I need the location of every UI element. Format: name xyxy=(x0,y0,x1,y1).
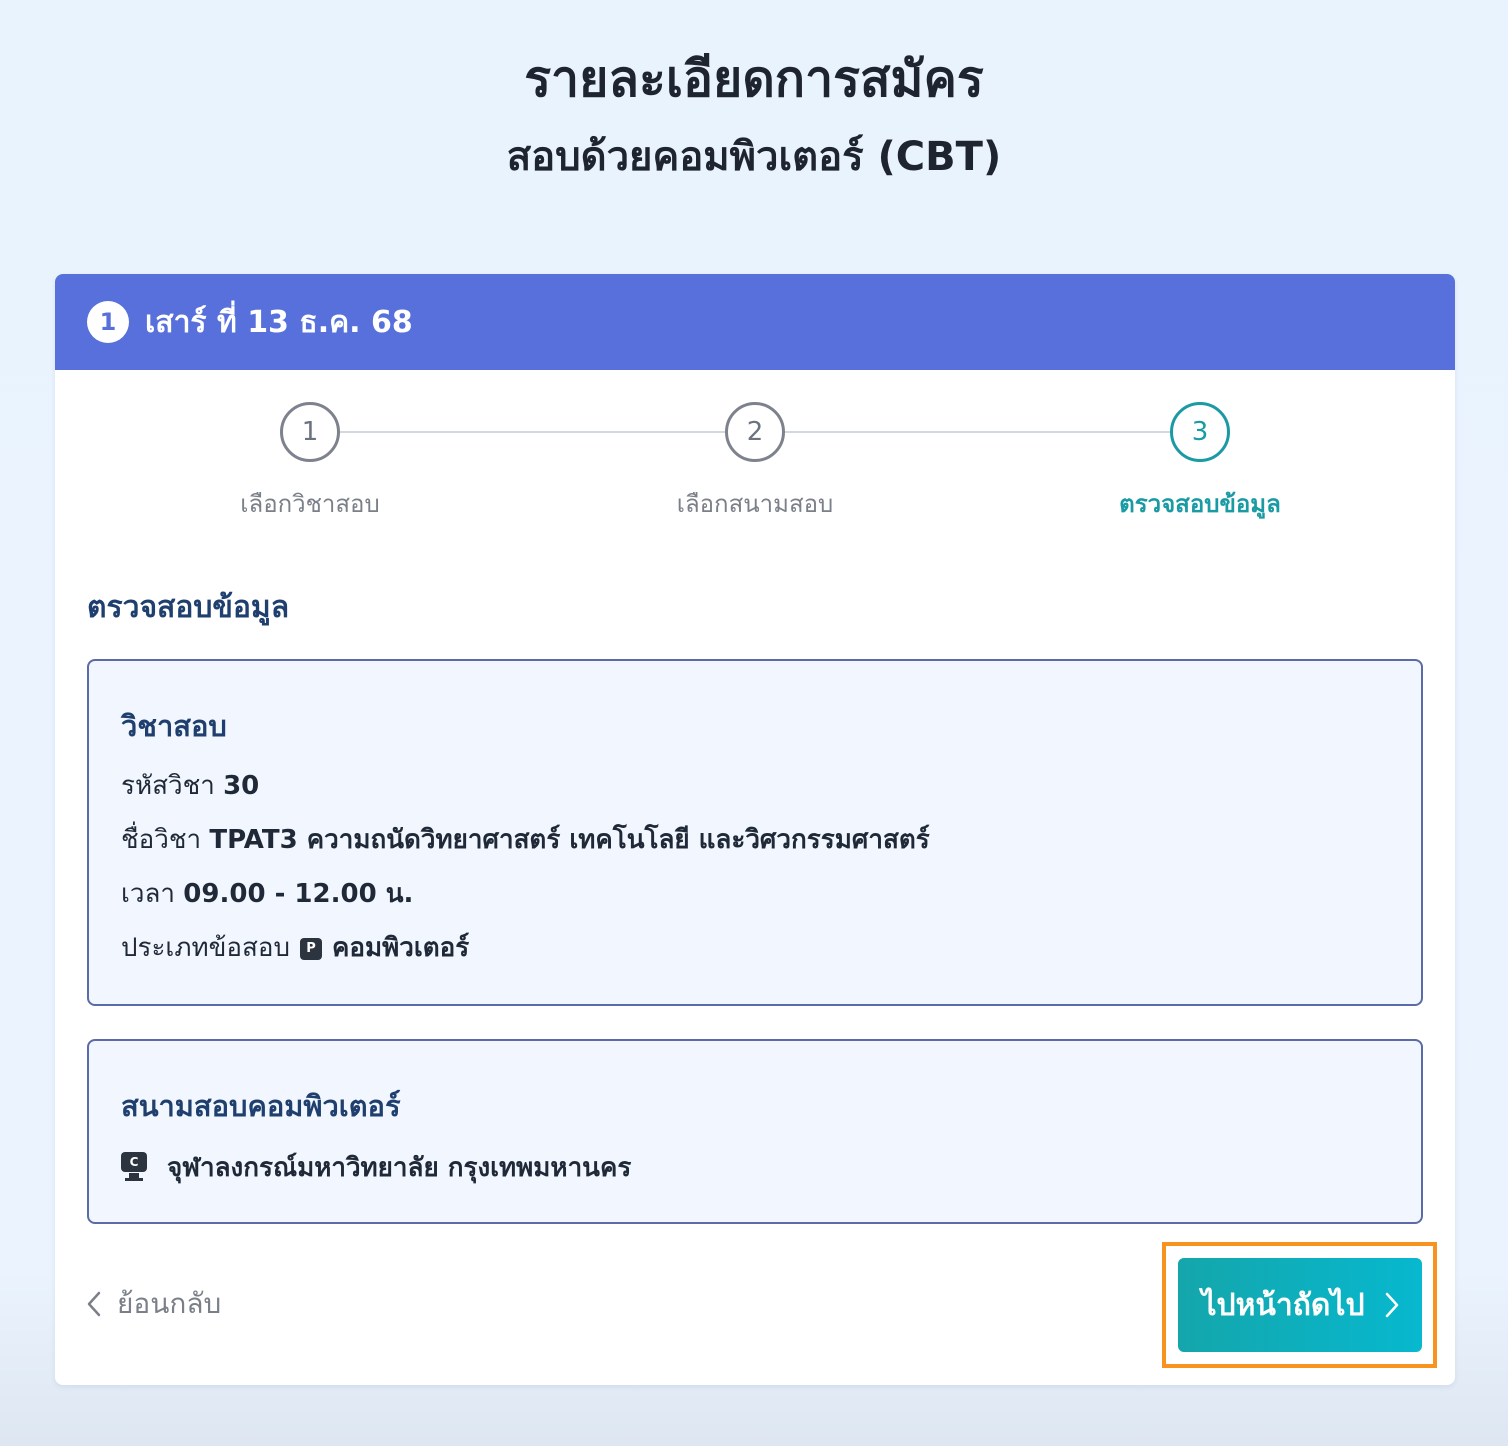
registration-card: 1 เสาร์ ที่ 13 ธ.ค. 68 1 เลือกวิชาสอบ 2 … xyxy=(55,274,1455,1385)
next-button-label: ไปหน้าถัดไป xyxy=(1201,1287,1365,1323)
step-number-circle: 1 xyxy=(280,402,340,462)
venue-row: C จุฬาลงกรณ์มหาวิทยาลัย กรุงเทพมหานคร xyxy=(121,1147,1389,1188)
subject-code-value: 30 xyxy=(223,771,260,801)
venue-name: จุฬาลงกรณ์มหาวิทยาลัย กรุงเทพมหานคร xyxy=(167,1153,632,1183)
page-title: รายละเอียดการสมัคร xyxy=(524,50,984,108)
exam-type-row: ประเภทข้อสอบ P คอมพิวเตอร์ xyxy=(121,921,1389,975)
chevron-right-icon xyxy=(1385,1292,1398,1318)
page-subtitle: สอบด้วยคอมพิวเตอร์ (CBT) xyxy=(506,134,1002,180)
next-page-button[interactable]: ไปหน้าถัดไป xyxy=(1178,1258,1422,1352)
exam-type-label: ประเภทข้อสอบ xyxy=(121,933,290,963)
date-number-badge: 1 xyxy=(87,301,129,343)
card-header: 1 เสาร์ ที่ 13 ธ.ค. 68 xyxy=(55,274,1455,370)
review-section-title: ตรวจสอบข้อมูล xyxy=(87,590,290,625)
step-review: 3 ตรวจสอบข้อมูล xyxy=(1050,402,1350,523)
chevron-left-icon xyxy=(87,1291,101,1317)
subject-name-row: ชื่อวิชา TPAT3 ความถนัดวิทยาศาสตร์ เทคโน… xyxy=(121,813,1389,867)
exam-time-label: เวลา xyxy=(121,879,176,909)
step-label: เลือกวิชาสอบ xyxy=(240,490,380,518)
exam-time-value: 09.00 - 12.00 น. xyxy=(183,879,414,909)
subject-heading: วิชาสอบ xyxy=(121,709,227,743)
computer-icon: C xyxy=(121,1151,147,1184)
back-button-label: ย้อนกลับ xyxy=(117,1287,222,1320)
exam-time-row: เวลา 09.00 - 12.00 น. xyxy=(121,867,1389,921)
step-number-circle: 3 xyxy=(1170,402,1230,462)
step-number-circle: 2 xyxy=(725,402,785,462)
subject-name-value: TPAT3 ความถนัดวิทยาศาสตร์ เทคโนโลยี และว… xyxy=(209,825,930,855)
stepper: 1 เลือกวิชาสอบ 2 เลือกสนามสอบ 3 ตรวจสอบข… xyxy=(55,370,1455,530)
step-select-venue: 2 เลือกสนามสอบ xyxy=(605,402,905,523)
step-label: เลือกสนามสอบ xyxy=(676,490,834,518)
subject-name-label: ชื่อวิชา xyxy=(121,825,202,855)
venue-info-box: สนามสอบคอมพิวเตอร์ C จุฬาลงกรณ์มหาวิทยาล… xyxy=(87,1039,1423,1224)
paper-test-icon: P xyxy=(299,937,322,960)
step-label: ตรวจสอบข้อมูล xyxy=(1119,490,1281,518)
subject-info-box: วิชาสอบ รหัสวิชา 30 ชื่อวิชา TPAT3 ความถ… xyxy=(87,659,1423,1006)
back-button[interactable]: ย้อนกลับ xyxy=(87,1282,221,1326)
exam-date-title: เสาร์ ที่ 13 ธ.ค. 68 xyxy=(145,304,413,340)
subject-code-row: รหัสวิชา 30 xyxy=(121,759,1389,813)
venue-heading: สนามสอบคอมพิวเตอร์ xyxy=(121,1089,401,1123)
step-select-subject: 1 เลือกวิชาสอบ xyxy=(160,402,460,523)
exam-type-value: คอมพิวเตอร์ xyxy=(331,933,470,963)
subject-code-label: รหัสวิชา xyxy=(121,771,215,801)
